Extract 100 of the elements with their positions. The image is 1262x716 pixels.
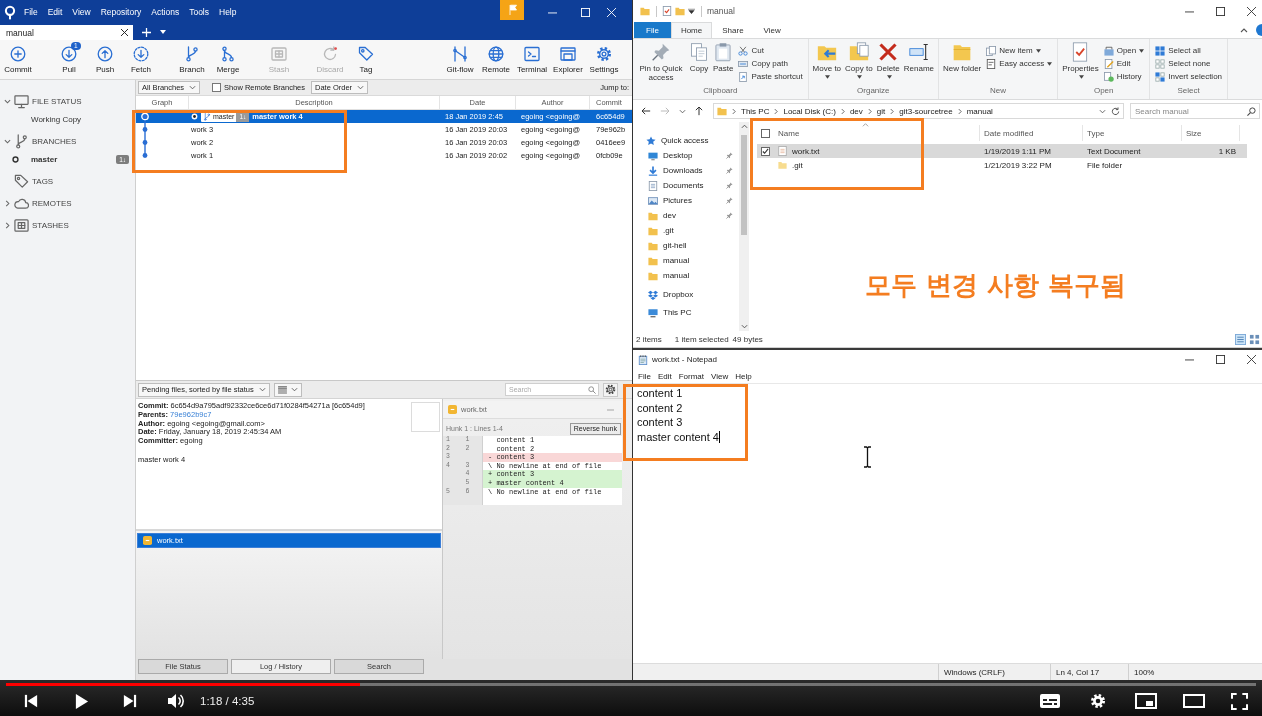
properties-icon[interactable] xyxy=(662,6,672,16)
miniplayer-icon[interactable] xyxy=(1135,693,1157,709)
chevron-right-icon[interactable] xyxy=(3,199,11,207)
breadcrumb[interactable]: This PC xyxy=(741,106,770,116)
maximize-icon[interactable] xyxy=(1216,6,1225,16)
scrollbar[interactable] xyxy=(739,122,749,331)
ribbon-tab[interactable]: View xyxy=(753,22,791,38)
chevron-down-icon[interactable] xyxy=(3,97,11,105)
nav-item[interactable]: Dropbox xyxy=(633,287,739,302)
menu-item[interactable]: Format xyxy=(678,371,705,381)
chevron-right-icon[interactable] xyxy=(890,107,895,115)
large-icons-view-icon[interactable] xyxy=(1249,333,1260,345)
ribbon-button[interactable]: Paste shortcut xyxy=(736,70,805,83)
sidebar-item[interactable]: Working Copy xyxy=(0,110,135,128)
play-icon[interactable] xyxy=(74,692,89,710)
ribbon-tab[interactable]: Home xyxy=(670,22,713,38)
up-arrow-icon[interactable] xyxy=(694,106,704,116)
menu-item[interactable]: Help xyxy=(219,7,237,17)
scrollbar-thumb[interactable] xyxy=(741,135,747,235)
repository-tab[interactable]: manual xyxy=(0,25,133,40)
ribbon-button[interactable]: Rename xyxy=(902,42,936,86)
toolbar-button[interactable]: Commit xyxy=(0,40,36,79)
ribbon-button[interactable]: Pin to Quick access xyxy=(636,42,686,86)
address-bar[interactable]: This PC Local Disk (C:) dev git git3-sourcetree manual xyxy=(713,103,1124,119)
file-row[interactable]: work.txt 1/19/2019 1:11 PM Text Document 1 KB xyxy=(757,144,1247,158)
settings-button[interactable] xyxy=(603,382,618,397)
chevron-right-icon[interactable] xyxy=(840,107,845,115)
refresh-icon[interactable] xyxy=(1111,106,1120,116)
menu-item[interactable]: File xyxy=(638,371,651,381)
nav-item[interactable]: manual xyxy=(633,253,739,268)
menu-item[interactable]: Tools xyxy=(189,7,209,17)
toolbar-button[interactable]: Settings xyxy=(586,40,622,79)
toolbar-button[interactable]: Git-flow xyxy=(442,40,478,79)
help-icon[interactable] xyxy=(1256,24,1262,36)
column-header[interactable]: Date modified xyxy=(980,125,1083,141)
nav-item[interactable]: Quick access xyxy=(633,133,739,148)
toolbar-button[interactable]: Tag xyxy=(348,40,384,79)
previous-icon[interactable] xyxy=(24,694,38,708)
menu-item[interactable]: View xyxy=(711,371,729,381)
file-row[interactable]: .git 1/21/2019 3:22 PM File folder xyxy=(757,158,1247,172)
chevron-up-icon[interactable] xyxy=(740,124,748,129)
breadcrumb[interactable]: manual xyxy=(966,106,993,116)
view-mode-dropdown[interactable] xyxy=(273,382,302,397)
theater-mode-icon[interactable] xyxy=(1183,693,1205,709)
breadcrumb[interactable]: git3-sourcetree xyxy=(899,106,953,116)
ribbon-button[interactable]: Properties xyxy=(1061,42,1100,86)
menu-item[interactable]: Edit xyxy=(657,371,672,381)
checkbox[interactable] xyxy=(761,128,770,138)
ribbon-button[interactable]: History xyxy=(1101,70,1147,83)
caret-down-icon[interactable] xyxy=(160,30,166,34)
ribbon-button[interactable]: Select none xyxy=(1153,57,1225,70)
nav-item[interactable]: dev xyxy=(633,208,739,223)
toolbar-button[interactable]: Merge xyxy=(210,40,246,79)
toolbar-button[interactable]: Push xyxy=(87,40,123,79)
ribbon-button[interactable]: Open xyxy=(1101,44,1147,57)
ribbon-button[interactable]: Easy access xyxy=(984,57,1055,70)
toolbar-button[interactable]: Terminal xyxy=(514,40,550,79)
menu-item[interactable]: View xyxy=(72,7,91,17)
ribbon-button[interactable]: Copy path xyxy=(736,57,805,70)
nav-item[interactable]: manual xyxy=(633,268,739,283)
progress-track[interactable] xyxy=(6,683,1256,686)
chevron-right-icon[interactable] xyxy=(774,107,779,115)
toolbar-button[interactable]: Fetch xyxy=(123,40,159,79)
close-icon[interactable] xyxy=(121,29,128,36)
next-icon[interactable] xyxy=(123,694,137,708)
toolbar-button[interactable]: Remote xyxy=(478,40,514,79)
menu-item[interactable]: Help xyxy=(735,371,752,381)
column-header[interactable]: Size xyxy=(1182,125,1240,141)
sidebar-section[interactable]: STASHES xyxy=(0,216,135,234)
back-arrow-icon[interactable] xyxy=(641,106,651,116)
toolbar-button[interactable]: Explorer xyxy=(550,40,586,79)
chevron-right-icon[interactable] xyxy=(3,221,11,229)
nav-item[interactable]: Desktop xyxy=(633,148,739,163)
ribbon-button[interactable]: Paste xyxy=(712,42,735,86)
ribbon-button[interactable]: Edit xyxy=(1101,57,1147,70)
checkbox[interactable] xyxy=(761,146,770,156)
menu-item[interactable]: Edit xyxy=(47,7,63,17)
captions-icon[interactable] xyxy=(1039,693,1061,709)
ribbon-tab[interactable]: File xyxy=(634,22,671,38)
chevron-up-icon[interactable] xyxy=(1240,27,1248,33)
search-field[interactable]: Search manual xyxy=(1130,103,1260,119)
ribbon-button[interactable]: New folder xyxy=(942,42,983,86)
toolbar-button[interactable]: Branch xyxy=(174,40,210,79)
ribbon-button[interactable]: Copy to xyxy=(844,42,874,86)
menu-item[interactable]: Actions xyxy=(151,7,180,17)
chevron-right-icon[interactable] xyxy=(867,107,872,115)
nav-item[interactable]: .git xyxy=(633,223,739,238)
fullscreen-icon[interactable] xyxy=(1231,692,1248,710)
sidebar-section[interactable]: FILE STATUS xyxy=(0,92,135,110)
column-header[interactable]: Name xyxy=(774,125,980,141)
ribbon-button[interactable]: Cut xyxy=(736,44,805,57)
ribbon-button[interactable]: New item xyxy=(984,44,1055,57)
details-view-icon[interactable] xyxy=(1235,333,1246,345)
menu-item[interactable]: File xyxy=(24,7,38,17)
chevron-right-icon[interactable] xyxy=(732,107,736,115)
chevron-down-icon[interactable] xyxy=(740,324,748,329)
nav-item[interactable]: git-hell xyxy=(633,238,739,253)
nav-item[interactable]: Pictures xyxy=(633,193,739,208)
ribbon-button[interactable]: Copy xyxy=(688,42,710,86)
close-icon[interactable] xyxy=(1247,355,1256,364)
